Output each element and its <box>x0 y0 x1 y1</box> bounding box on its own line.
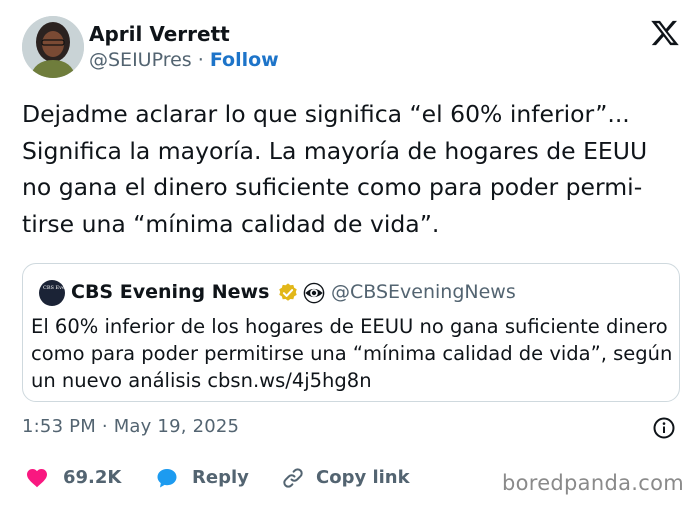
like-count: 69.2K <box>63 467 122 488</box>
quote-author-name[interactable]: CBS Evening News <box>71 281 269 303</box>
author-avatar[interactable] <box>22 16 84 78</box>
quote-avatar-text: CBS Evening News <box>43 285 92 291</box>
reply-button[interactable]: Reply <box>152 462 262 494</box>
verified-badge-icon <box>279 283 297 301</box>
info-icon[interactable] <box>652 416 676 440</box>
tweet-timestamp[interactable]: 1:53 PM · May 19, 2025 <box>22 416 239 437</box>
meta-separator: · <box>197 49 204 71</box>
quoted-tweet[interactable]: CBS Evening News CBS Evening News @CBSEv… <box>22 263 680 402</box>
watermark: boredpanda.com <box>501 471 684 495</box>
heart-icon <box>27 469 47 488</box>
follow-button[interactable]: Follow <box>210 49 279 71</box>
like-button[interactable]: 69.2K <box>22 462 132 494</box>
author-meta: @SEIUPres · Follow <box>89 49 279 71</box>
x-logo-icon[interactable] <box>650 18 680 48</box>
tweet-text: Dejadme aclarar lo que significa “el 60%… <box>22 100 648 238</box>
author-name[interactable]: April Verrett <box>89 22 230 46</box>
reply-label: Reply <box>192 467 249 488</box>
link-icon <box>283 468 303 488</box>
timestamp-row: 1:53 PM · May 19, 2025 <box>22 414 680 442</box>
quote-text: El 60% inferior de los hogares de EEUU n… <box>31 315 673 392</box>
author-handle[interactable]: @SEIUPres <box>89 49 192 71</box>
tweet-actions: 69.2K Reply Copy link <box>22 462 482 494</box>
copy-link-button[interactable]: Copy link <box>278 462 438 494</box>
copy-link-label: Copy link <box>316 467 410 488</box>
cbs-eye-icon <box>303 282 325 304</box>
speech-bubble-icon <box>157 469 177 488</box>
tweet-header: April Verrett @SEIUPres · Follow <box>22 16 682 80</box>
quote-avatar[interactable]: CBS Evening News <box>39 280 92 306</box>
quote-author-handle[interactable]: @CBSEveningNews <box>331 281 516 303</box>
